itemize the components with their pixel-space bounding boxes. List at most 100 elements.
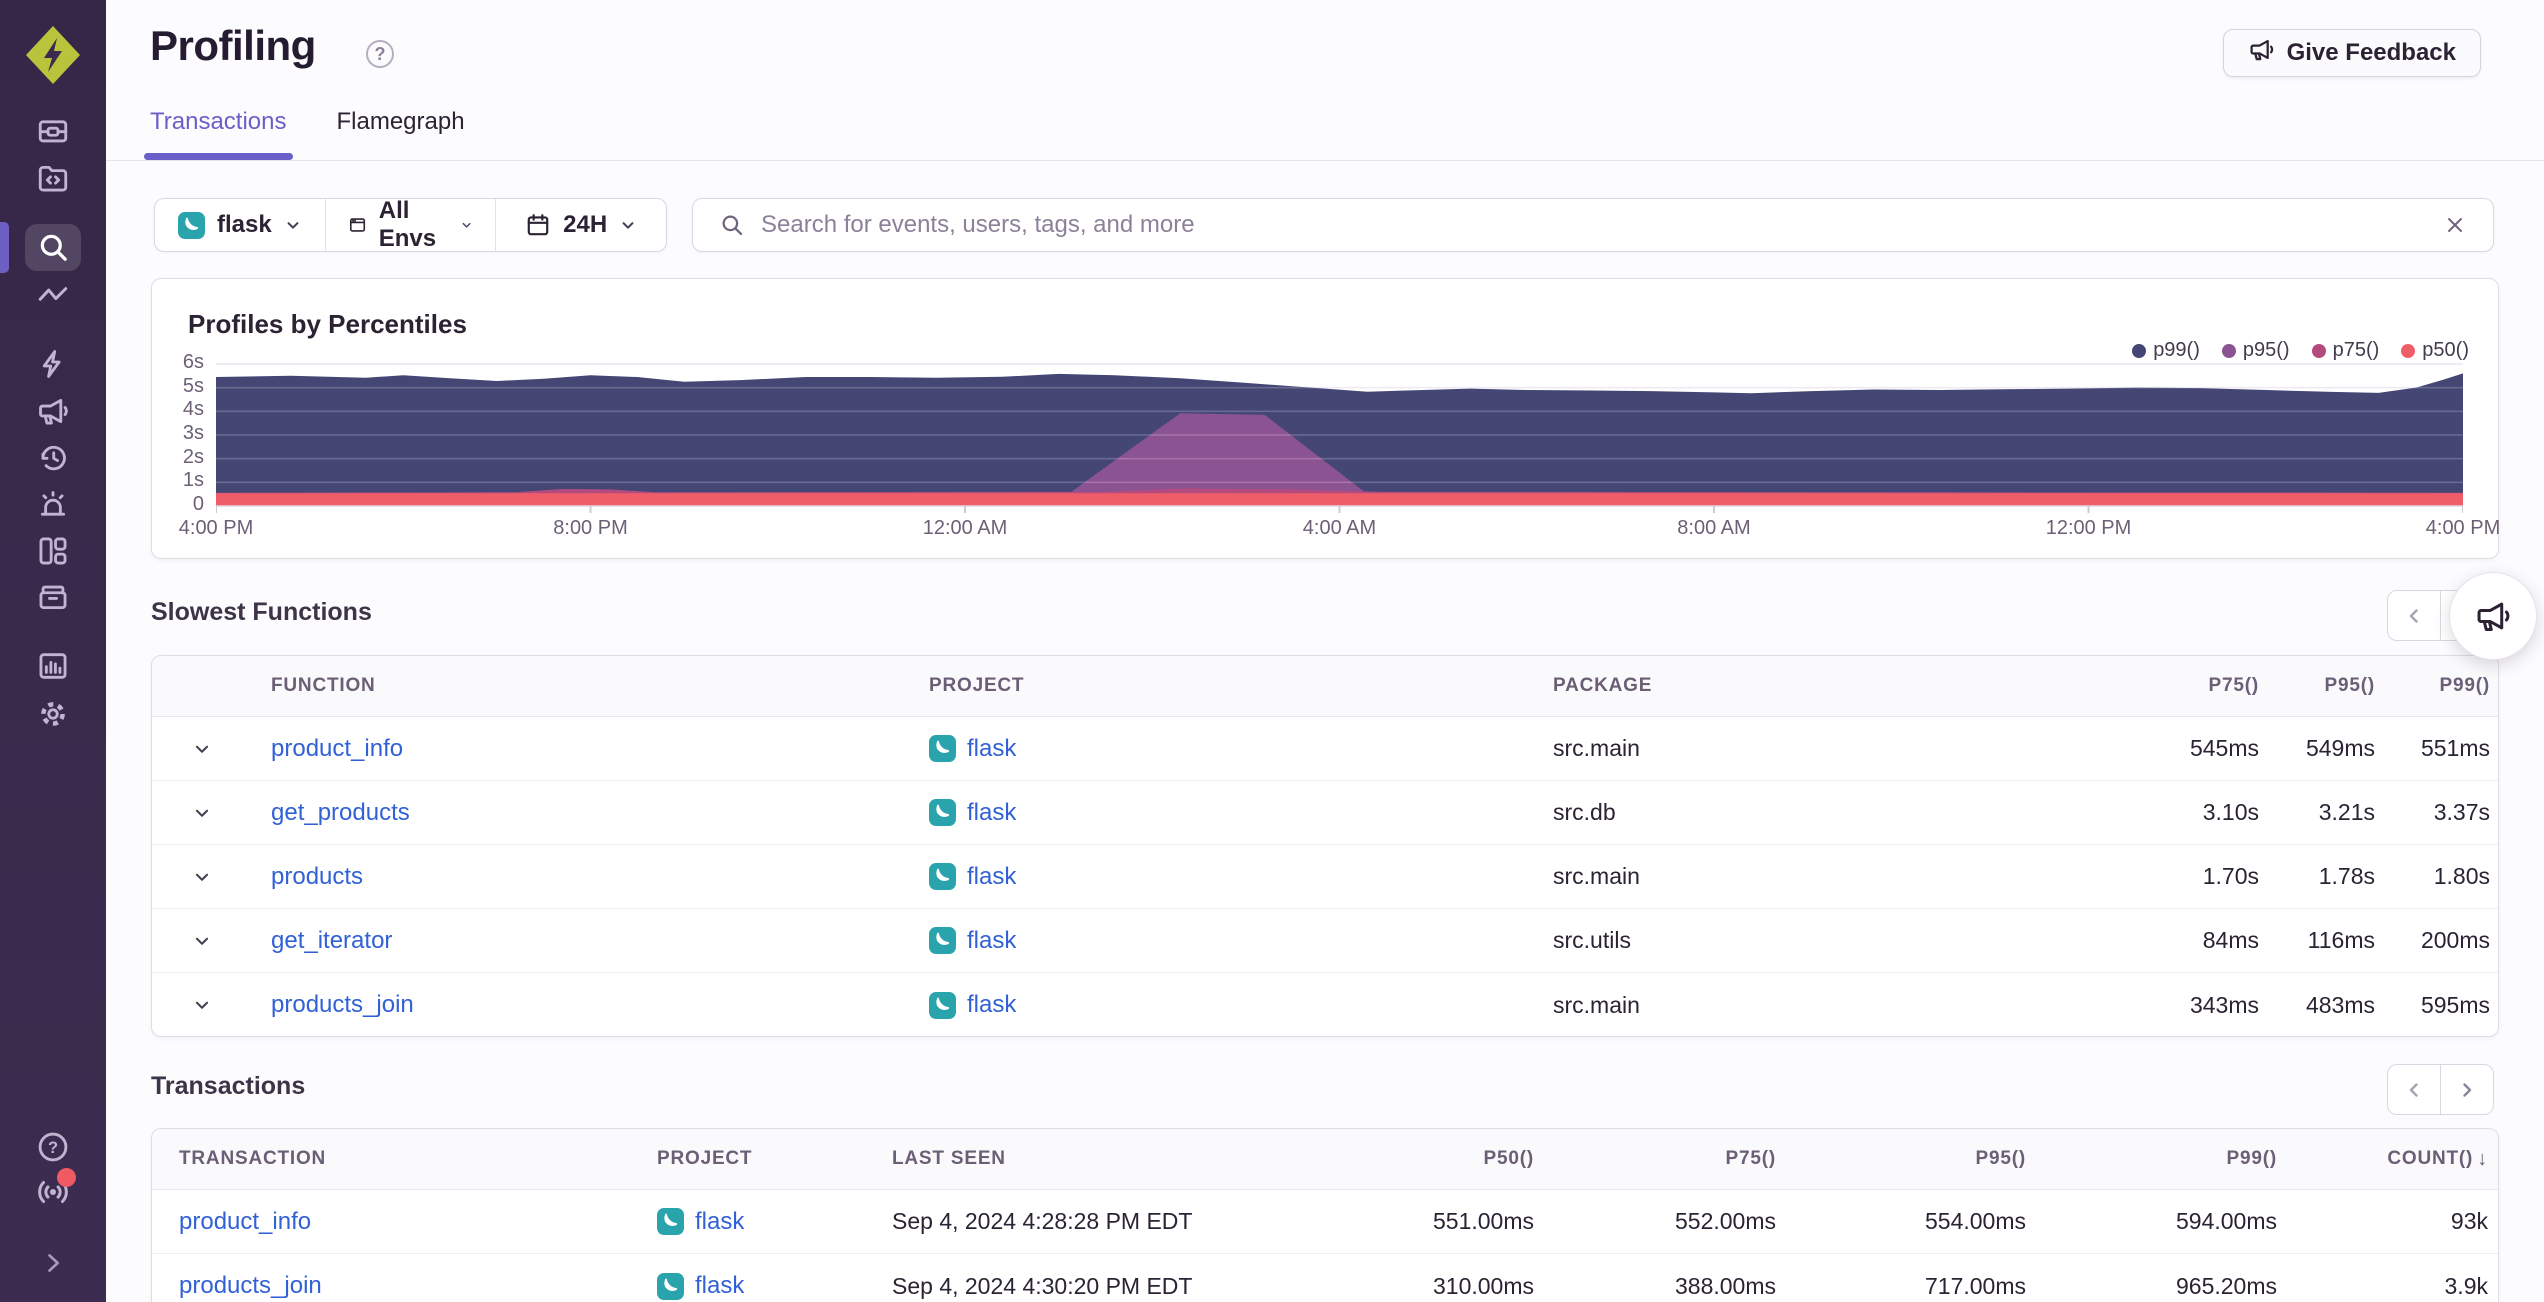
alerts-icon[interactable] [33,485,73,525]
sidebar-collapse-icon[interactable] [33,1243,73,1283]
col-p95[interactable]: P95() [1788,1148,2038,1170]
col-project: PROJECT [657,1148,753,1169]
search-icon [722,215,743,236]
clear-search-icon[interactable] [2443,213,2467,237]
flask-project-icon [929,991,956,1019]
last-seen-cell: Sep 4, 2024 4:30:20 PM EDT [892,1272,1193,1299]
p75-cell: 3.10s [2202,799,2259,825]
expand-row-icon[interactable] [152,866,251,888]
stats-icon[interactable] [33,646,73,686]
active-tab-underline [144,153,293,160]
flask-project-icon [929,799,956,826]
chart-title: Profiles by Percentiles [188,309,467,339]
p99-cell: 1.80s [2433,863,2490,889]
package-cell: src.utils [1553,927,1631,953]
project-link[interactable]: flask [967,927,1016,955]
expand-row-icon[interactable] [152,994,251,1016]
help-icon[interactable]: ? [33,1127,73,1167]
page-title-help-icon[interactable]: ? [366,40,394,68]
p95-cell: 3.21s [2318,799,2375,825]
page-header: Profiling ? Give Feedback Transactions F… [106,0,2544,161]
count-cell: 3.9k [2444,1272,2488,1299]
sentry-logo[interactable] [24,24,82,86]
function-link[interactable]: get_iterator [271,927,392,954]
x-tick-label: 8:00 AM [1677,517,1751,539]
x-tick-label: 12:00 AM [922,517,1008,539]
projects-icon[interactable] [33,158,73,198]
chevron-down-icon [462,222,471,228]
issues-icon[interactable] [33,111,73,151]
expand-row-icon[interactable] [152,802,251,824]
dashboards-icon[interactable] [33,531,73,571]
project-link[interactable]: flask [967,863,1016,891]
svg-text:?: ? [48,1139,58,1157]
col-p50[interactable]: P50() [1251,1148,1546,1170]
col-p99: P99() [2439,675,2490,696]
expand-row-icon[interactable] [152,930,251,952]
package-cell: src.main [1553,735,1640,761]
page-filter-bar: flask All Envs 24H [154,197,667,252]
chevron-down-icon [622,222,634,229]
next-page-button[interactable] [2440,1064,2494,1115]
transactions-table: TRANSACTION PROJECT LAST SEEN P50() P75(… [151,1128,2499,1302]
calendar-icon [527,214,549,236]
prev-page-button[interactable] [2387,590,2441,641]
col-p99[interactable]: P99() [2038,1148,2289,1170]
function-link[interactable]: product_info [271,735,403,762]
x-tick-label: 8:00 PM [553,517,628,539]
tab-flamegraph[interactable]: Flamegraph [337,108,465,160]
project-link[interactable]: flask [967,991,1016,1019]
p95-cell: 1.78s [2318,863,2375,889]
p95-cell: 483ms [2305,991,2375,1018]
insights-icon[interactable] [33,344,73,384]
search-input[interactable] [761,211,2427,239]
table-row: product_info flask Sep 4, 2024 4:28:28 P… [152,1190,2498,1254]
flask-project-icon [657,1272,684,1300]
flask-project-icon [929,863,956,890]
function-link[interactable]: get_products [271,799,410,826]
last-seen-cell: Sep 4, 2024 4:28:28 PM EDT [892,1208,1193,1234]
transaction-link[interactable]: products_join [179,1272,322,1299]
function-link[interactable]: products_join [271,991,414,1018]
col-project: PROJECT [929,675,1025,696]
flask-project-icon [929,927,956,954]
date-range-filter[interactable]: 24H [495,199,666,251]
p50-cell: 551.00ms [1432,1208,1534,1234]
col-transaction: TRANSACTION [179,1148,327,1169]
give-feedback-button[interactable]: Give Feedback [2222,29,2481,77]
give-feedback-label: Give Feedback [2286,39,2456,66]
y-tick-label: 0 [192,493,204,515]
environment-filter[interactable]: All Envs [324,197,496,252]
p95-cell: 554.00ms [1924,1208,2026,1234]
transactions-pager [2387,1064,2494,1115]
col-count[interactable]: COUNT() ↓ [2289,1148,2498,1171]
flask-project-icon [177,211,205,239]
project-filter[interactable]: flask [155,199,325,251]
expand-row-icon[interactable] [152,738,251,760]
flask-project-icon [657,1208,684,1235]
tab-transactions[interactable]: Transactions [144,108,293,160]
transaction-link[interactable]: product_info [179,1208,311,1235]
p95-cell: 116ms [2307,927,2375,953]
traces-icon[interactable] [33,275,73,315]
releases-icon[interactable] [33,577,73,617]
prev-page-button[interactable] [2387,1064,2441,1115]
col-p75[interactable]: P75() [1546,1148,1788,1170]
col-package: PACKAGE [1553,675,1653,696]
project-link[interactable]: flask [695,1208,744,1236]
main-content: Profiling ? Give Feedback Transactions F… [106,0,2544,1302]
megaphone-icon [2477,602,2510,631]
project-link[interactable]: flask [695,1272,744,1300]
p99-cell: 965.20ms [2175,1272,2277,1299]
feedback-icon[interactable] [33,391,73,431]
project-link[interactable]: flask [967,799,1016,827]
floating-feedback-button[interactable] [2449,572,2537,660]
function-link[interactable]: products [271,863,363,890]
table-row: products flask src.main 1.70s 1.78s 1.80… [152,845,2498,909]
package-cell: src.main [1553,863,1640,889]
replays-icon[interactable] [33,438,73,478]
project-link[interactable]: flask [967,735,1016,763]
settings-icon[interactable] [33,694,73,734]
page-title: Profiling [150,22,316,69]
explore-icon[interactable] [33,227,73,267]
